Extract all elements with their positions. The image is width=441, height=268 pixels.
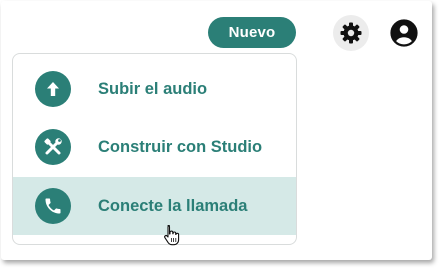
user-circle-icon bbox=[390, 19, 418, 47]
menu-item-upload-audio[interactable]: Subir el audio bbox=[13, 60, 296, 118]
menu-item-connect-call[interactable]: Conecte la llamada bbox=[13, 177, 296, 235]
account-button[interactable] bbox=[386, 15, 422, 51]
tools-icon bbox=[44, 138, 62, 155]
dropdown-menu: Subir el audio Construir con Studio Cone… bbox=[12, 53, 297, 245]
menu-item-label: Construir con Studio bbox=[98, 137, 263, 156]
popup-window: Nuevo Subir el audio Construir con Studi… bbox=[1, 1, 432, 260]
hand-pointer-cursor-icon bbox=[164, 224, 180, 246]
upload-icon-circle bbox=[35, 71, 71, 107]
new-button-label: Nuevo bbox=[228, 24, 276, 41]
menu-item-label: Conecte la llamada bbox=[98, 196, 248, 215]
menu-item-build-studio[interactable]: Construir con Studio bbox=[13, 118, 296, 176]
phone-icon-circle bbox=[35, 188, 71, 224]
settings-button[interactable] bbox=[333, 15, 369, 51]
tools-icon-circle bbox=[35, 129, 71, 165]
gear-icon bbox=[340, 22, 362, 44]
new-button[interactable]: Nuevo bbox=[208, 17, 296, 48]
arrow-up-icon bbox=[47, 82, 59, 96]
menu-item-label: Subir el audio bbox=[98, 79, 208, 98]
phone-icon bbox=[45, 198, 61, 214]
